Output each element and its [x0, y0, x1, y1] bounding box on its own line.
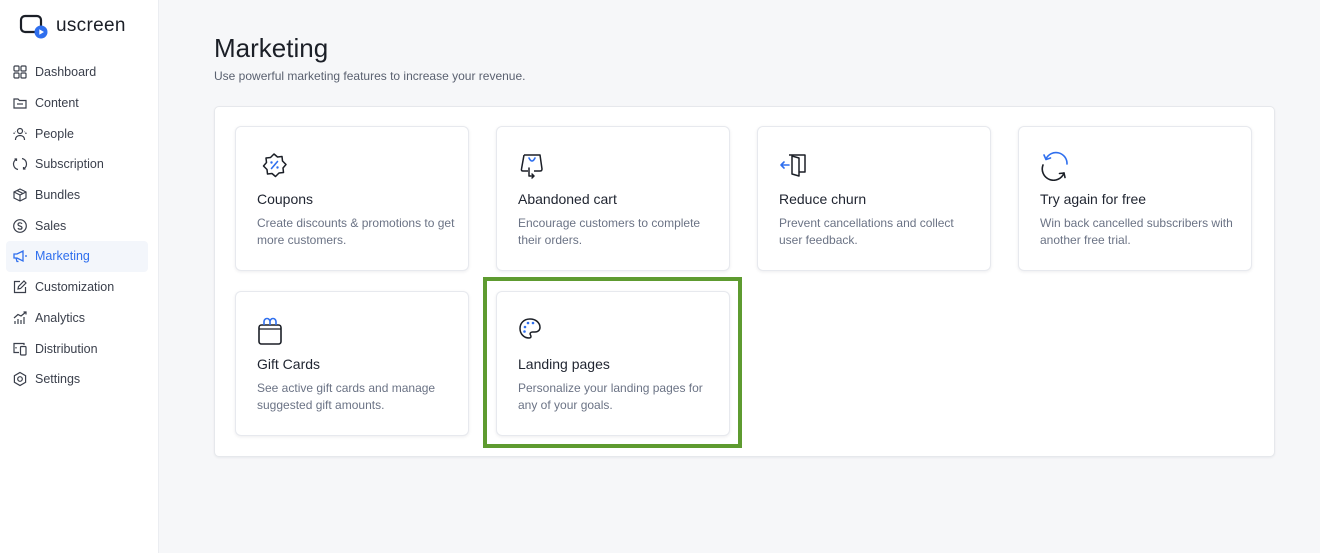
card-description: Encourage customers to complete their or… [518, 216, 701, 247]
card-description: Create discounts & promotions to get mor… [257, 216, 455, 247]
marketing-features-panel: Coupons Create discounts & promotions to… [214, 106, 1275, 457]
sidebar-item-customization[interactable]: Customization [6, 272, 148, 303]
card-gift-cards[interactable]: Gift Cards See active gift cards and man… [235, 291, 469, 436]
sidebar-item-label: Content [35, 96, 79, 111]
sidebar-item-bundles[interactable]: Bundles [6, 180, 148, 211]
sidebar-item-people[interactable]: People [6, 118, 148, 149]
sidebar-nav: Dashboard Content People Subscription Bu… [6, 57, 148, 395]
folder-icon [13, 98, 27, 109]
card-description: Personalize your landing pages for any o… [518, 381, 703, 412]
retry-icon [1041, 151, 1068, 181]
edit-icon [13, 280, 27, 294]
box-icon [13, 188, 27, 202]
card-description: Prevent cancellations and collect user f… [779, 216, 954, 247]
sidebar-item-label: Settings [35, 372, 81, 387]
card-description: Win back cancelled subscribers with anot… [1040, 216, 1233, 247]
card-title: Reduce churn [779, 191, 867, 207]
card-try-again-for-free[interactable]: Try again for free Win back cancelled su… [1018, 126, 1252, 271]
sidebar-item-label: Dashboard [35, 65, 97, 80]
card-reduce-churn[interactable]: Reduce churn Prevent cancellations and c… [757, 126, 991, 271]
sidebar-item-label: Bundles [35, 188, 81, 203]
card-title: Landing pages [518, 356, 610, 372]
palette-icon [519, 318, 541, 339]
sidebar-item-distribution[interactable]: Distribution [6, 333, 148, 364]
sidebar-item-settings[interactable]: Settings [6, 364, 148, 395]
sidebar-item-subscription[interactable]: Subscription [6, 149, 148, 180]
sidebar-item-label: Distribution [35, 341, 98, 356]
sidebar-item-marketing[interactable]: Marketing [6, 241, 148, 272]
page-title: Marketing [214, 33, 329, 63]
card-landing-pages[interactable]: Landing pages Personalize your landing p… [496, 291, 730, 436]
card-title: Abandoned cart [518, 191, 617, 207]
people-icon [13, 127, 27, 140]
sidebar-item-content[interactable]: Content [6, 88, 148, 119]
devices-icon [13, 342, 27, 356]
uscreen-logo-icon [19, 14, 48, 39]
sidebar-item-label: Customization [35, 280, 115, 295]
page-subtitle: Use powerful marketing features to incre… [214, 69, 526, 83]
sidebar-item-dashboard[interactable]: Dashboard [6, 57, 148, 88]
dollar-circle-icon [13, 218, 27, 233]
refresh-icon [12, 158, 28, 171]
card-title: Coupons [257, 191, 314, 207]
card-description: See active gift cards and manage suggest… [257, 381, 436, 412]
settings-icon [13, 372, 27, 387]
chart-icon [13, 311, 27, 324]
exit-door-icon [780, 154, 806, 177]
logo-text: uscreen [56, 15, 126, 36]
megaphone-icon [13, 250, 27, 263]
logo[interactable]: uscreen [19, 13, 126, 39]
sidebar-item-analytics[interactable]: Analytics [6, 303, 148, 334]
grid-icon [13, 65, 27, 79]
sidebar: uscreen Dashboard Content People Subscri… [0, 0, 159, 553]
gift-icon [258, 317, 282, 345]
card-title: Gift Cards [257, 356, 321, 372]
sidebar-item-label: Subscription [35, 157, 104, 172]
coupon-icon [262, 153, 287, 178]
card-coupons[interactable]: Coupons Create discounts & promotions to… [235, 126, 469, 271]
sidebar-item-label: People [35, 126, 74, 141]
sidebar-item-label: Marketing [35, 249, 90, 264]
sidebar-item-label: Analytics [35, 310, 86, 325]
card-title: Try again for free [1040, 191, 1147, 207]
card-abandoned-cart[interactable]: Abandoned cart Encourage customers to co… [496, 126, 730, 271]
sidebar-item-sales[interactable]: Sales [6, 210, 148, 241]
sidebar-item-label: Sales [35, 218, 67, 233]
shopping-bag-icon [520, 154, 543, 179]
